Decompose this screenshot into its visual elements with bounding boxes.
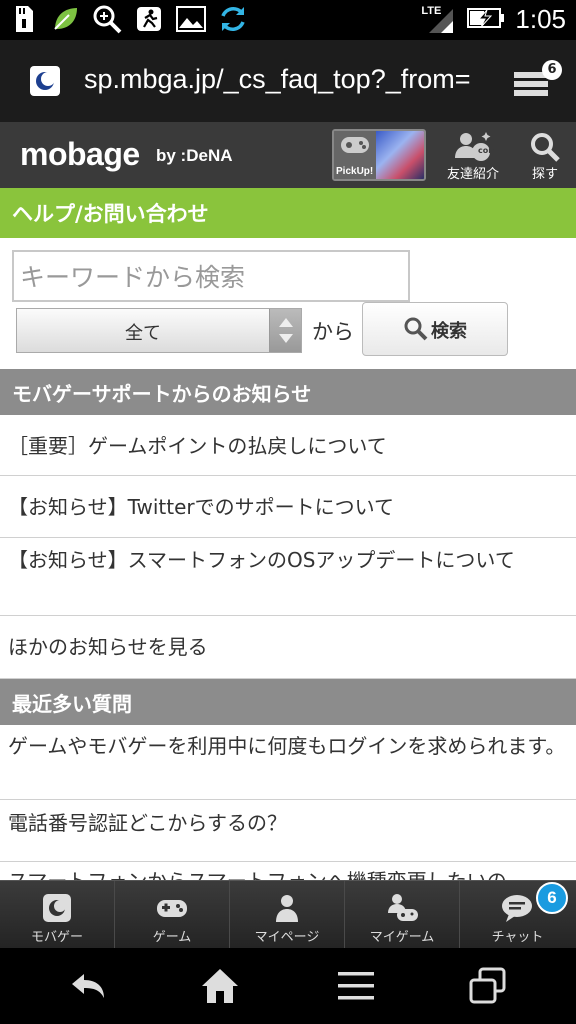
android-nav-bar (0, 948, 576, 1024)
controller-icon (341, 137, 369, 153)
pickup-label: PickUp! (336, 166, 374, 177)
mobage-logo[interactable]: mobage (20, 136, 140, 173)
nav-label: チャット (491, 930, 544, 945)
news-item[interactable]: ［重要］ゲームポイントの払戻しについて (0, 415, 576, 476)
news-item[interactable]: 【お知らせ】Twitterでのサポートについて (0, 476, 576, 538)
nav-mobage[interactable]: モバゲー (0, 881, 115, 949)
explore-button[interactable]: 探す (510, 128, 576, 184)
friend-coin-label: coin (478, 146, 497, 155)
image-icon (176, 4, 206, 34)
faq-item[interactable]: ゲームやモバゲーを利用中に何度もログインを求められます。 (0, 725, 576, 800)
select-arrows-icon (269, 309, 301, 352)
pickup-game-image (376, 131, 424, 179)
news-item-text: 【お知らせ】Twitterでのサポートについて (8, 495, 395, 519)
friend-invite-label: 友達紹介 (446, 167, 499, 182)
page-title-bar: ヘルプ/お問い合わせ (0, 188, 576, 238)
faq-item-text: スマートフォンからスマートフォンへ機種変更したいの (8, 864, 566, 880)
chat-badge: 6 (536, 882, 568, 914)
pickup-banner[interactable]: PickUp! (332, 129, 426, 181)
magnifier-icon (404, 317, 428, 341)
nav-game[interactable]: ゲーム (115, 881, 230, 949)
person-gamepad-icon (388, 894, 418, 921)
browser-url-bar[interactable]: sp.mbga.jp/_cs_faq_top?_from= 6 (0, 40, 576, 122)
faq-section-header: 最近多い質問 (0, 679, 576, 725)
battery-charging-icon (467, 6, 505, 34)
news-item-text: 【お知らせ】スマートフォンのOSアップデートについて (8, 548, 515, 572)
home-button[interactable] (198, 966, 242, 1006)
status-bar: LTE 1:05 (0, 0, 576, 40)
search-scope-value: 全て (125, 323, 161, 344)
clock: 1:05 (515, 4, 566, 34)
search-button[interactable]: 検索 (362, 302, 508, 356)
menu-icon (338, 972, 374, 1000)
mobage-favicon-icon (30, 66, 60, 96)
dena-logo: by :DeNA (156, 146, 233, 165)
nav-label: ゲーム (152, 930, 192, 945)
signal-icon: LTE (421, 5, 457, 35)
chat-bubble-icon (502, 895, 532, 922)
search-scope-select[interactable]: 全て (16, 308, 302, 353)
url-text[interactable]: sp.mbga.jp/_cs_faq_top?_from= (84, 64, 471, 95)
from-label: から (312, 320, 354, 344)
runner-icon (134, 4, 164, 34)
news-section-header: モバゲーサポートからのお知らせ (0, 369, 576, 415)
person-icon (276, 895, 298, 922)
faq-section-title: 最近多い質問 (12, 692, 132, 716)
nav-label: マイゲーム (369, 930, 435, 945)
leaf-icon (50, 4, 80, 34)
faq-item-text: ゲームやモバゲーを利用中に何度もログインを求められます。 (8, 734, 566, 758)
sync-icon (218, 4, 248, 34)
menu-button[interactable] (334, 966, 378, 1006)
home-icon (202, 969, 238, 1003)
recent-apps-button[interactable] (466, 966, 510, 1006)
mobage-home-icon (43, 894, 71, 922)
nav-label: モバゲー (30, 930, 83, 945)
friend-invite-button[interactable]: coin 友達紹介 (438, 128, 508, 184)
explore-label: 探す (531, 167, 558, 182)
faq-item[interactable]: 電話番号認証どこからするの？ (0, 800, 576, 862)
nav-label: マイページ (254, 930, 320, 945)
faq-item-text: 電話番号認証どこからするの？ (8, 811, 287, 835)
news-section-title: モバゲーサポートからのお知らせ (12, 382, 312, 406)
news-item-text: ［重要］ゲームポイントの払戻しについて (8, 434, 387, 458)
nav-mypage[interactable]: マイページ (230, 881, 345, 949)
tab-count-badge: 6 (542, 60, 562, 80)
page-title: ヘルプ/お問い合わせ (12, 202, 209, 226)
back-button[interactable] (66, 966, 110, 1006)
more-news-link[interactable]: ほかのお知らせを見る (0, 616, 576, 679)
search-icon (531, 133, 560, 162)
gamepad-icon (157, 900, 187, 917)
search-app-icon (92, 4, 122, 34)
mobage-header: mobage by :DeNA PickUp! coin 友達紹介 探す (0, 122, 576, 188)
nav-mygame[interactable]: マイゲーム (345, 881, 460, 949)
mobage-bottom-nav: モバゲー ゲーム マイページ マイゲーム チャット (0, 880, 576, 949)
keyword-search-input[interactable]: キーワードから検索 (12, 250, 410, 302)
faq-item[interactable]: スマートフォンからスマートフォンへ機種変更したいの (0, 862, 576, 880)
news-item[interactable]: 【お知らせ】スマートフォンのOSアップデートについて (0, 538, 576, 616)
back-arrow-icon (72, 974, 104, 998)
sd-card-icon (8, 4, 38, 34)
recent-apps-icon (469, 967, 506, 1004)
search-button-label: 検索 (431, 321, 467, 342)
more-news-text: ほかのお知らせを見る (8, 635, 208, 659)
main-content: キーワードから検索 全て から 検索 モバゲーサポートからのお知らせ ［重要］ゲ… (0, 238, 576, 880)
